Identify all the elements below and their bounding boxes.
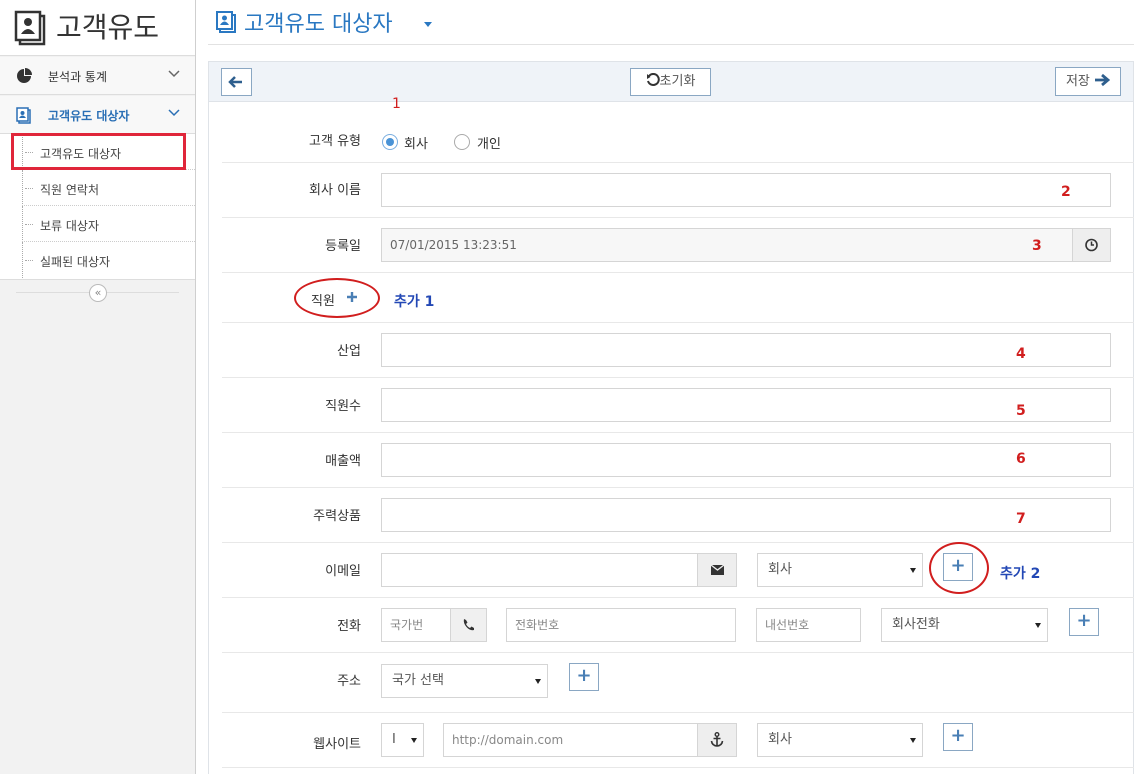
annotation-number: 1 [392,96,401,112]
revenue-input[interactable] [381,443,1111,477]
website-type-select[interactable]: 회사 [757,723,923,757]
save-label: 저장 [1065,74,1090,89]
revenue-label: 매출액 [325,454,361,469]
nav-item-targets[interactable]: 고객유도 대상자 [0,96,195,134]
email-type-select[interactable]: 회사 [757,553,923,587]
page-title: 고객유도 대상자 [244,12,393,37]
email-type-value: 회사 [768,562,792,577]
annotation-number: 5 [1016,403,1026,419]
submenu-item-pending[interactable]: 보류 대상자 [0,206,195,242]
company-name-label: 회사 이름 [309,183,361,198]
website-type-value: 회사 [768,732,792,747]
annotation-number: 3 [1032,238,1042,254]
highlight-oval [294,278,380,318]
radio-company[interactable] [382,134,398,150]
nav-item-analytics[interactable]: 분석과 통계 [0,57,195,95]
submenu-item-label: 보류 대상자 [40,219,100,233]
radio-individual-label: 개인 [477,137,501,152]
registration-date-label: 등록일 [325,239,361,254]
clock-icon [1085,238,1098,252]
registration-date-input[interactable]: 07/01/2015 13:23:51 [381,228,1073,262]
annotation-number: 4 [1016,346,1026,362]
chevron-down-icon [168,109,180,117]
add-employee-icon[interactable] [346,291,358,303]
employee-label: 직원 [311,294,335,309]
country-code-input[interactable]: 국가번 [381,608,451,642]
arrow-left-icon [228,76,242,88]
arrow-right-icon [1095,73,1111,87]
save-button[interactable]: 저장 [1055,67,1121,96]
phone-addon [450,608,487,642]
annotation-number: 2 [1061,184,1071,200]
radio-individual[interactable] [454,134,470,150]
contact-book-icon [216,11,236,33]
back-button[interactable] [221,68,252,96]
undo-icon [646,73,660,86]
phone-label: 전화 [337,619,361,634]
brand-title: 고객유도 [56,11,160,44]
email-input[interactable] [381,553,698,587]
brand-header: 고객유도 [0,0,195,56]
caret-down-icon[interactable] [424,22,432,27]
industry-label: 산업 [337,344,361,359]
submenu-item-employee-contacts[interactable]: 직원 연락처 [0,170,195,206]
employee-count-label: 직원수 [325,399,361,414]
add-phone-button[interactable]: + [1069,608,1099,636]
annotation-add1: 추가 1 [394,294,435,310]
contact-book-icon [16,107,31,124]
url-prefix-select[interactable]: I [381,723,424,757]
contact-book-icon [14,10,46,46]
main-product-input[interactable] [381,498,1111,532]
employee-count-input[interactable] [381,388,1111,422]
submenu-item-label: 직원 연락처 [40,183,100,197]
phone-icon [463,619,474,631]
reset-label: 초기화 [659,74,696,89]
radio-company-label: 회사 [404,137,428,152]
email-label: 이메일 [325,564,361,579]
submenu-item-label: 실패된 대상자 [40,255,111,269]
website-addon [697,723,737,757]
email-addon [697,553,737,587]
annotation-number: 7 [1016,511,1026,527]
customer-type-label: 고객 유형 [309,134,361,149]
sidebar: 고객유도 분석과 통계 고객유도 대상자 고객유도 대상자 직원 연락처 보류 … [0,0,196,774]
collapse-sidebar-button[interactable]: « [89,284,107,302]
industry-input[interactable] [381,333,1111,367]
main-product-label: 주력상품 [313,509,361,524]
anchor-icon [710,731,724,747]
phone-type-select[interactable]: 회사전화 [881,608,1048,642]
add-email-button[interactable]: + [943,553,973,581]
highlight-box [11,133,186,170]
add-address-button[interactable]: + [569,663,599,691]
nav-item-label: 분석과 통계 [48,70,108,84]
website-url-input[interactable]: http://domain.com [443,723,698,757]
company-name-input[interactable] [381,173,1111,207]
envelope-icon [710,564,725,575]
country-select[interactable]: 국가 선택 [381,664,548,698]
add-website-button[interactable]: + [943,723,973,751]
annotation-add2: 추가 2 [1000,566,1041,582]
submenu-item-failed[interactable]: 실패된 대상자 [0,242,195,278]
phone-type-value: 회사전화 [892,617,940,632]
country-select-value: 국가 선택 [392,673,444,688]
url-prefix-value: I [392,732,396,747]
pie-chart-icon [17,68,32,83]
extension-input[interactable]: 내선번호 [756,608,861,642]
annotation-number: 6 [1016,451,1026,467]
website-label: 웹사이트 [313,737,361,752]
address-label: 주소 [337,674,361,689]
clock-button[interactable] [1072,228,1111,262]
reset-button[interactable]: 초기화 [630,68,711,96]
nav-item-label: 고객유도 대상자 [48,109,130,123]
chevron-down-icon [168,70,180,78]
phone-number-input[interactable]: 전화번호 [506,608,736,642]
